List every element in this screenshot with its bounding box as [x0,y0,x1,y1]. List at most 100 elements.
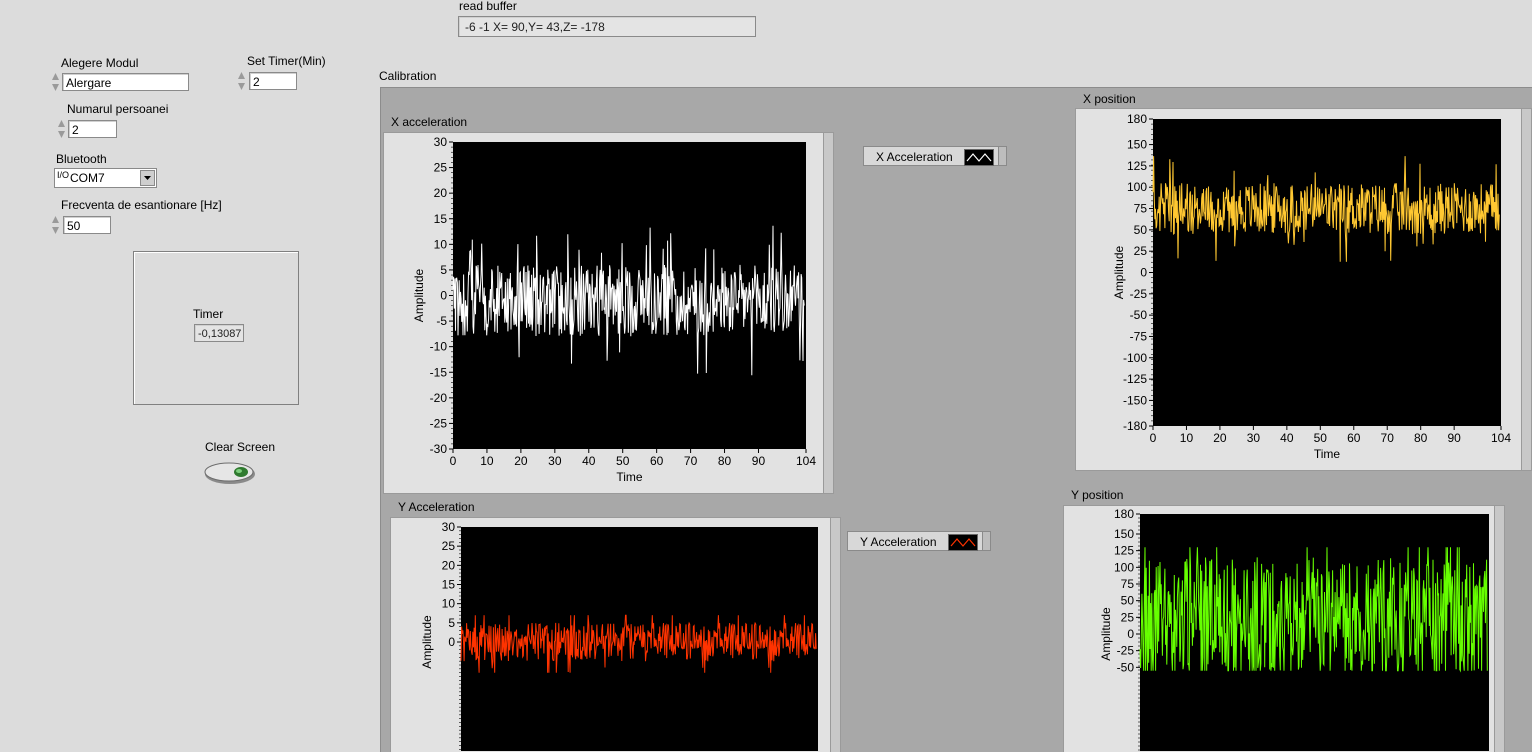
x-tick-label: 40 [582,454,596,468]
y-tick-label: -50 [1130,308,1148,322]
y-tick-label: 10 [442,597,456,611]
y-tick-label: 0 [448,635,455,649]
numarul-persoanei-label: Numarul persoanei [67,102,169,116]
read-buffer-display: -6 -1 X= 90,Y= 43,Z= -178 [458,16,756,37]
x-tick-label: 104 [796,454,816,468]
x-tick-label: 104 [1491,431,1511,445]
y-tick-label: 10 [434,237,448,251]
x-tick-label: 50 [1314,431,1328,445]
y-tick-label: 180 [1127,112,1147,126]
y-axis-title: Amplitude [412,269,426,323]
y-tick-label: 15 [442,578,456,592]
y-axis-title: Amplitude [1099,607,1113,661]
x-tick-label: 50 [616,454,630,468]
y-tick-label: 25 [1134,244,1148,258]
frecventa-field[interactable]: 50 [63,216,111,234]
y-tick-label: 0 [1140,266,1147,280]
bluetooth-value: COM7 [70,171,105,185]
x-axis-title: Time [1314,447,1341,461]
y-tick-label: -5 [436,314,447,328]
ypos-chart: 180 150 125 100 75 50 25 0 -25 -50 Amplitude [1099,507,1489,751]
y-tick-label: 30 [434,135,448,149]
y-tick-label: 75 [1134,202,1148,216]
xacc-scrollbar[interactable] [823,133,833,493]
y-tick-label: -30 [430,442,448,456]
y-tick-label: 25 [1121,610,1135,624]
y-tick-label: 20 [434,186,448,200]
x-tick-label: 90 [1447,431,1461,445]
io-resource-icon: I/O [57,170,70,180]
numarul-persoanei-field[interactable]: 2 [68,120,117,138]
y-axis-title: Amplitude [1112,246,1126,300]
timer-label: Timer [193,307,224,321]
x-tick-label: 0 [450,454,457,468]
xpos-scrollbar[interactable] [1521,109,1531,470]
x-axis-title: Time [616,470,643,484]
y-tick-label: 50 [1121,594,1135,608]
y-tick-label: -15 [430,365,448,379]
y-tick-label: -20 [430,391,448,405]
y-tick-label: 50 [1134,223,1148,237]
frecventa-label: Frecventa de esantionare [Hz] [61,198,222,212]
legend-y-acceleration-label: Y Acceleration [860,535,937,549]
x-tick-label: 20 [514,454,528,468]
numarul-persoanei-stepper[interactable] [57,118,66,140]
x-tick-label: 30 [548,454,562,468]
set-timer-label: Set Timer(Min) [247,54,326,68]
y-tick-label: -25 [1130,287,1148,301]
plot-style-icon [948,534,978,551]
y-tick-label: 25 [434,161,448,175]
bluetooth-label: Bluetooth [56,152,107,166]
plot-area [1153,119,1501,426]
ypos-title: Y position [1071,488,1124,502]
y-tick-label: -100 [1123,351,1147,365]
y-tick-label: 75 [1121,577,1135,591]
alegere-modul-stepper[interactable] [51,71,60,93]
xacc-chart: 302520151050-5-10-15-20-25-300 10 20 30 40 50… [412,135,816,484]
y-tick-label: -50 [1117,660,1135,674]
y-tick-label: 150 [1114,527,1134,541]
alegere-modul-field[interactable]: Alergare [62,73,189,91]
y-tick-label: 5 [448,616,455,630]
y-tick-label: -180 [1123,419,1147,433]
timer-box: Timer -0,13087 [133,251,299,405]
x-tick-label: 10 [480,454,494,468]
x-tick-label: 40 [1280,431,1294,445]
x-tick-label: 60 [650,454,664,468]
chevron-down-icon[interactable] [140,170,155,186]
set-timer-stepper[interactable] [237,70,246,92]
legend-x-acceleration-label: X Acceleration [876,150,953,164]
bluetooth-select[interactable]: I/O COM7 [54,168,157,188]
x-tick-label: 80 [718,454,732,468]
x-tick-label: 90 [752,454,766,468]
x-tick-label: 60 [1347,431,1361,445]
y-tick-label: -150 [1123,393,1147,407]
y-tick-label: 100 [1127,180,1147,194]
y-tick-label: -10 [430,340,448,354]
yacc-scrollbar[interactable] [830,518,840,752]
x-tick-label: 0 [1150,431,1157,445]
legend-y-acceleration[interactable]: Y Acceleration [847,531,991,551]
yacc-chart: 30 25 20 15 10 5 0 Amplitude [420,520,818,751]
calibration-label: Calibration [379,69,437,83]
ypos-scrollbar[interactable] [1494,506,1504,752]
y-tick-label: -25 [430,416,448,430]
clear-screen-label: Clear Screen [205,440,276,454]
y-tick-label: 5 [440,263,447,277]
y-tick-label: -75 [1130,329,1148,343]
x-tick-label: 30 [1247,431,1261,445]
frecventa-stepper[interactable] [51,214,60,236]
clear-screen-button[interactable] [203,460,257,489]
x-tick-label: 70 [684,454,698,468]
y-tick-label: 0 [440,289,447,303]
xpos-title: X position [1083,92,1136,106]
set-timer-field[interactable]: 2 [249,72,297,90]
plot-style-icon [964,149,994,166]
x-tick-label: 70 [1381,431,1395,445]
y-tick-label: 150 [1127,138,1147,152]
y-tick-label: 15 [434,212,448,226]
y-axis-title: Amplitude [420,615,434,669]
read-buffer-label: read buffer [459,0,517,13]
xpos-chart: 1801501251007550250-25-50-75-100-125-150… [1112,112,1511,461]
legend-x-acceleration[interactable]: X Acceleration [863,146,1007,166]
